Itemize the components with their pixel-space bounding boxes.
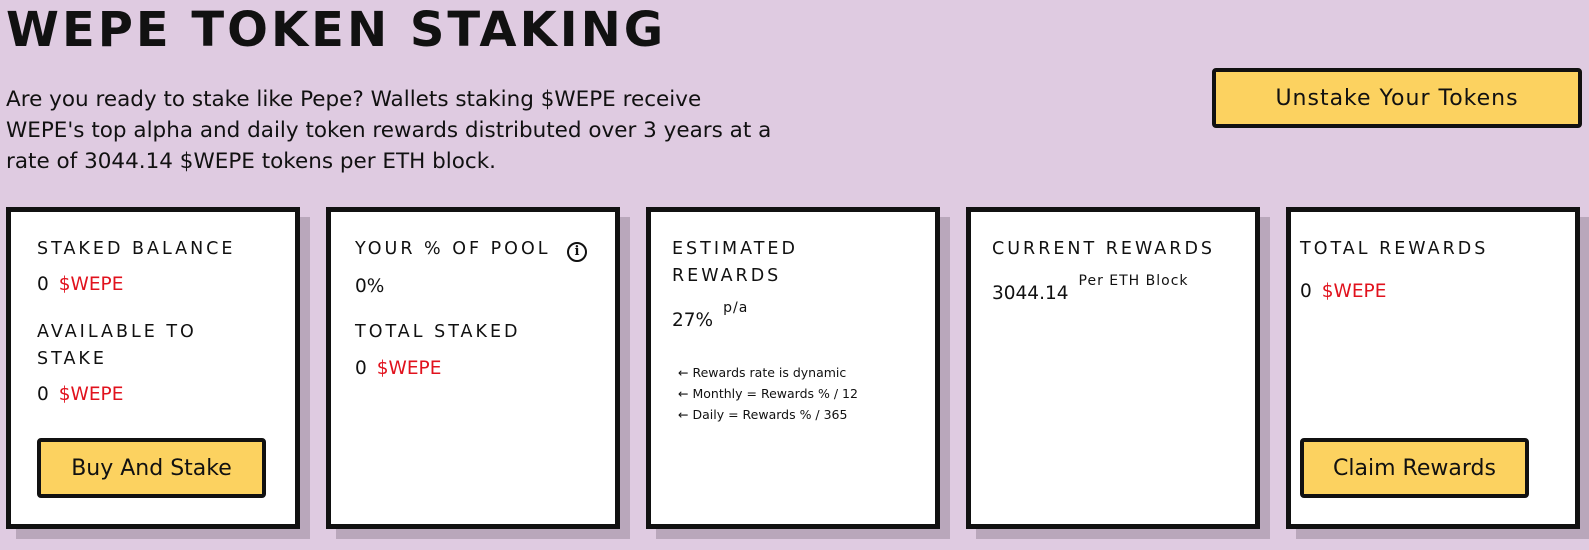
estimated-rewards-card: ESTIMATED REWARDS 27%p/a ← Rewards rate i…: [646, 207, 940, 529]
arrow-left-icon: ←: [678, 365, 689, 380]
page-title: WEPE TOKEN STAKING: [6, 2, 667, 58]
buy-and-stake-button[interactable]: Buy And Stake: [37, 438, 266, 498]
estimated-rewards-value: 27% p/a: [672, 300, 748, 334]
intro-text: Are you ready to stake like Pepe? Wallet…: [6, 87, 772, 174]
claim-rewards-button[interactable]: Claim Rewards: [1300, 438, 1529, 498]
rewards-note-text: Monthly = Rewards % / 12: [692, 386, 858, 401]
available-to-stake-value: 0 $WEPE: [37, 383, 123, 407]
current-rewards-card: CURRENT REWARDS 3044.14 Per ETH Block: [966, 207, 1260, 529]
estimated-rewards-percent: 27%: [672, 310, 714, 331]
current-rewards-label: CURRENT REWARDS: [992, 239, 1216, 259]
pool-card: YOUR % OF POOL i 0% TOTAL STAKED 0 $WEPE: [326, 207, 620, 529]
staked-balance-label: STAKED BALANCE: [37, 239, 236, 259]
staked-balance-card: STAKED BALANCE 0 $WEPE AVAILABLE TO STAKE…: [6, 207, 300, 529]
staked-balance-unit: $WEPE: [58, 274, 124, 295]
total-rewards-label: TOTAL REWARDS: [1300, 239, 1489, 259]
current-rewards-amount: 3044.14: [992, 283, 1069, 304]
arrow-left-icon: ←: [678, 386, 689, 401]
current-rewards-suffix: Per ETH Block: [1078, 273, 1189, 289]
total-rewards-card: TOTAL REWARDS 0 $WEPE Claim Rewards: [1286, 207, 1580, 529]
staked-balance-amount: 0: [37, 274, 49, 295]
total-staked-label: TOTAL STAKED: [355, 322, 521, 342]
staked-balance-value: 0 $WEPE: [37, 273, 123, 297]
available-to-stake-amount: 0: [37, 384, 49, 405]
rewards-note-text: Daily = Rewards % / 365: [692, 407, 848, 422]
list-item: ← Daily = Rewards % / 365: [678, 404, 858, 425]
available-to-stake-unit: $WEPE: [58, 384, 124, 405]
total-staked-unit: $WEPE: [376, 358, 442, 379]
rewards-note-text: Rewards rate is dynamic: [692, 365, 847, 380]
pool-percent-label: YOUR % OF POOL: [355, 239, 551, 259]
estimated-rewards-label: ESTIMATED REWARDS: [672, 239, 798, 286]
estimated-rewards-suffix: p/a: [723, 300, 749, 316]
total-rewards-value: 0 $WEPE: [1300, 280, 1386, 304]
total-staked-value: 0 $WEPE: [355, 357, 441, 381]
unstake-button[interactable]: Unstake Your Tokens: [1212, 68, 1582, 128]
arrow-left-icon: ←: [678, 407, 689, 422]
rewards-notes: ← Rewards rate is dynamic ← Monthly = Rewa…: [678, 362, 858, 425]
current-rewards-value: 3044.14 Per ETH Block: [992, 273, 1189, 307]
info-icon[interactable]: i: [567, 242, 587, 262]
available-to-stake-label: AVAILABLE TO STAKE: [37, 322, 197, 369]
total-rewards-unit: $WEPE: [1321, 281, 1387, 302]
pool-percent-value: 0%: [355, 276, 385, 297]
list-item: ← Monthly = Rewards % / 12: [678, 383, 858, 404]
list-item: ← Rewards rate is dynamic: [678, 362, 858, 383]
total-staked-amount: 0: [355, 358, 367, 379]
total-rewards-amount: 0: [1300, 281, 1312, 302]
